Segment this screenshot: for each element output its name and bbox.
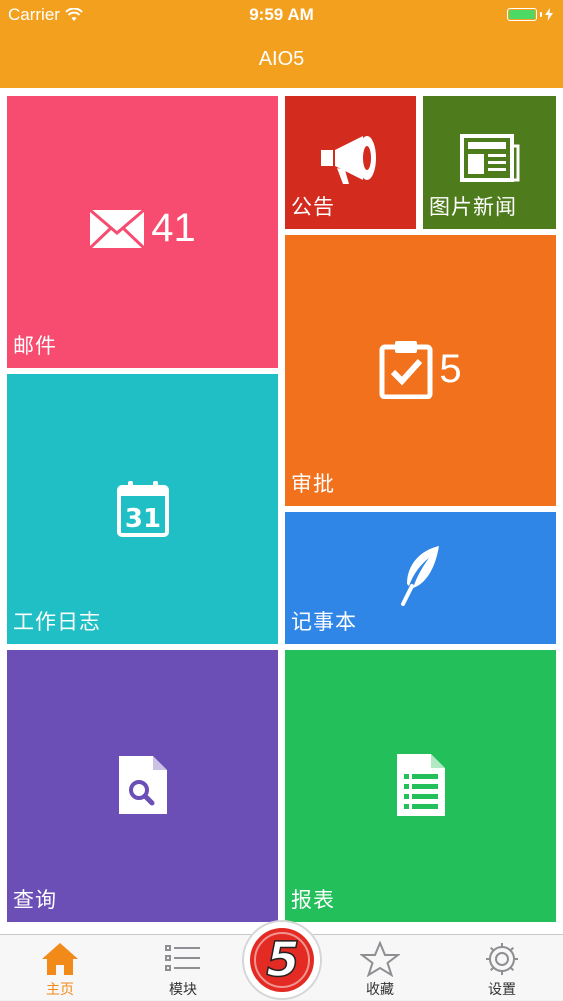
battery-icon bbox=[507, 8, 553, 21]
tab-home[interactable]: 主页 bbox=[20, 935, 100, 1001]
tab-settings[interactable]: 设置 bbox=[462, 935, 542, 1001]
tile-announcement[interactable]: 公告 bbox=[285, 96, 416, 229]
tile-report[interactable]: 报表 bbox=[285, 650, 556, 922]
tile-notebook[interactable]: 记事本 bbox=[285, 512, 556, 644]
tile-report-label: 报表 bbox=[291, 889, 335, 912]
tile-mail[interactable]: 41 邮件 bbox=[7, 96, 278, 368]
megaphone-icon bbox=[320, 136, 376, 184]
search-document-icon bbox=[118, 756, 167, 814]
report-document-icon bbox=[396, 754, 445, 816]
list-icon bbox=[165, 945, 200, 971]
status-time: 9:59 AM bbox=[249, 5, 314, 24]
tile-query-label: 查询 bbox=[13, 889, 57, 912]
calendar-icon: 31 bbox=[116, 481, 169, 537]
nav-bar: AIO5 bbox=[0, 30, 563, 88]
approval-count-badge: 5 bbox=[439, 346, 462, 391]
tile-work-log-label: 工作日志 bbox=[13, 611, 101, 634]
newspaper-icon bbox=[459, 134, 519, 182]
gear-icon bbox=[486, 943, 518, 975]
tile-approval[interactable]: 5 审批 bbox=[285, 235, 556, 506]
center-logo-button[interactable]: 5 bbox=[242, 920, 322, 1000]
logo-5-icon: 5 bbox=[250, 928, 314, 992]
tab-modules[interactable]: 模块 bbox=[143, 935, 223, 1001]
tile-photo-news-label: 图片新闻 bbox=[429, 196, 517, 219]
tile-grid: 41 邮件 公告 图片新闻 5 审批 31 工作日志 记事本 查询 报表 bbox=[0, 88, 563, 934]
clipboard-check-icon bbox=[379, 341, 433, 399]
envelope-icon bbox=[89, 208, 146, 249]
tile-query[interactable]: 查询 bbox=[7, 650, 278, 922]
tile-photo-news[interactable]: 图片新闻 bbox=[423, 96, 556, 229]
tile-notebook-label: 记事本 bbox=[291, 611, 357, 634]
star-icon bbox=[360, 941, 400, 977]
tile-mail-label: 邮件 bbox=[13, 335, 57, 358]
tab-favorites[interactable]: 收藏 bbox=[340, 935, 420, 1001]
status-bar: Carrier 9:59 AM bbox=[0, 0, 563, 30]
page-title: AIO5 bbox=[258, 48, 305, 70]
tab-modules-label: 模块 bbox=[169, 981, 197, 997]
feather-icon bbox=[400, 546, 439, 606]
tile-announcement-label: 公告 bbox=[291, 196, 335, 219]
svg-text:5: 5 bbox=[266, 932, 299, 988]
tab-settings-label: 设置 bbox=[488, 981, 516, 997]
mail-count-badge: 41 bbox=[151, 206, 196, 250]
tile-work-log[interactable]: 31 工作日志 bbox=[7, 374, 278, 644]
svg-text:31: 31 bbox=[124, 504, 160, 534]
tile-approval-label: 审批 bbox=[291, 473, 335, 496]
home-icon bbox=[42, 943, 78, 975]
tab-favorites-label: 收藏 bbox=[366, 981, 394, 997]
tab-home-label: 主页 bbox=[46, 981, 74, 997]
